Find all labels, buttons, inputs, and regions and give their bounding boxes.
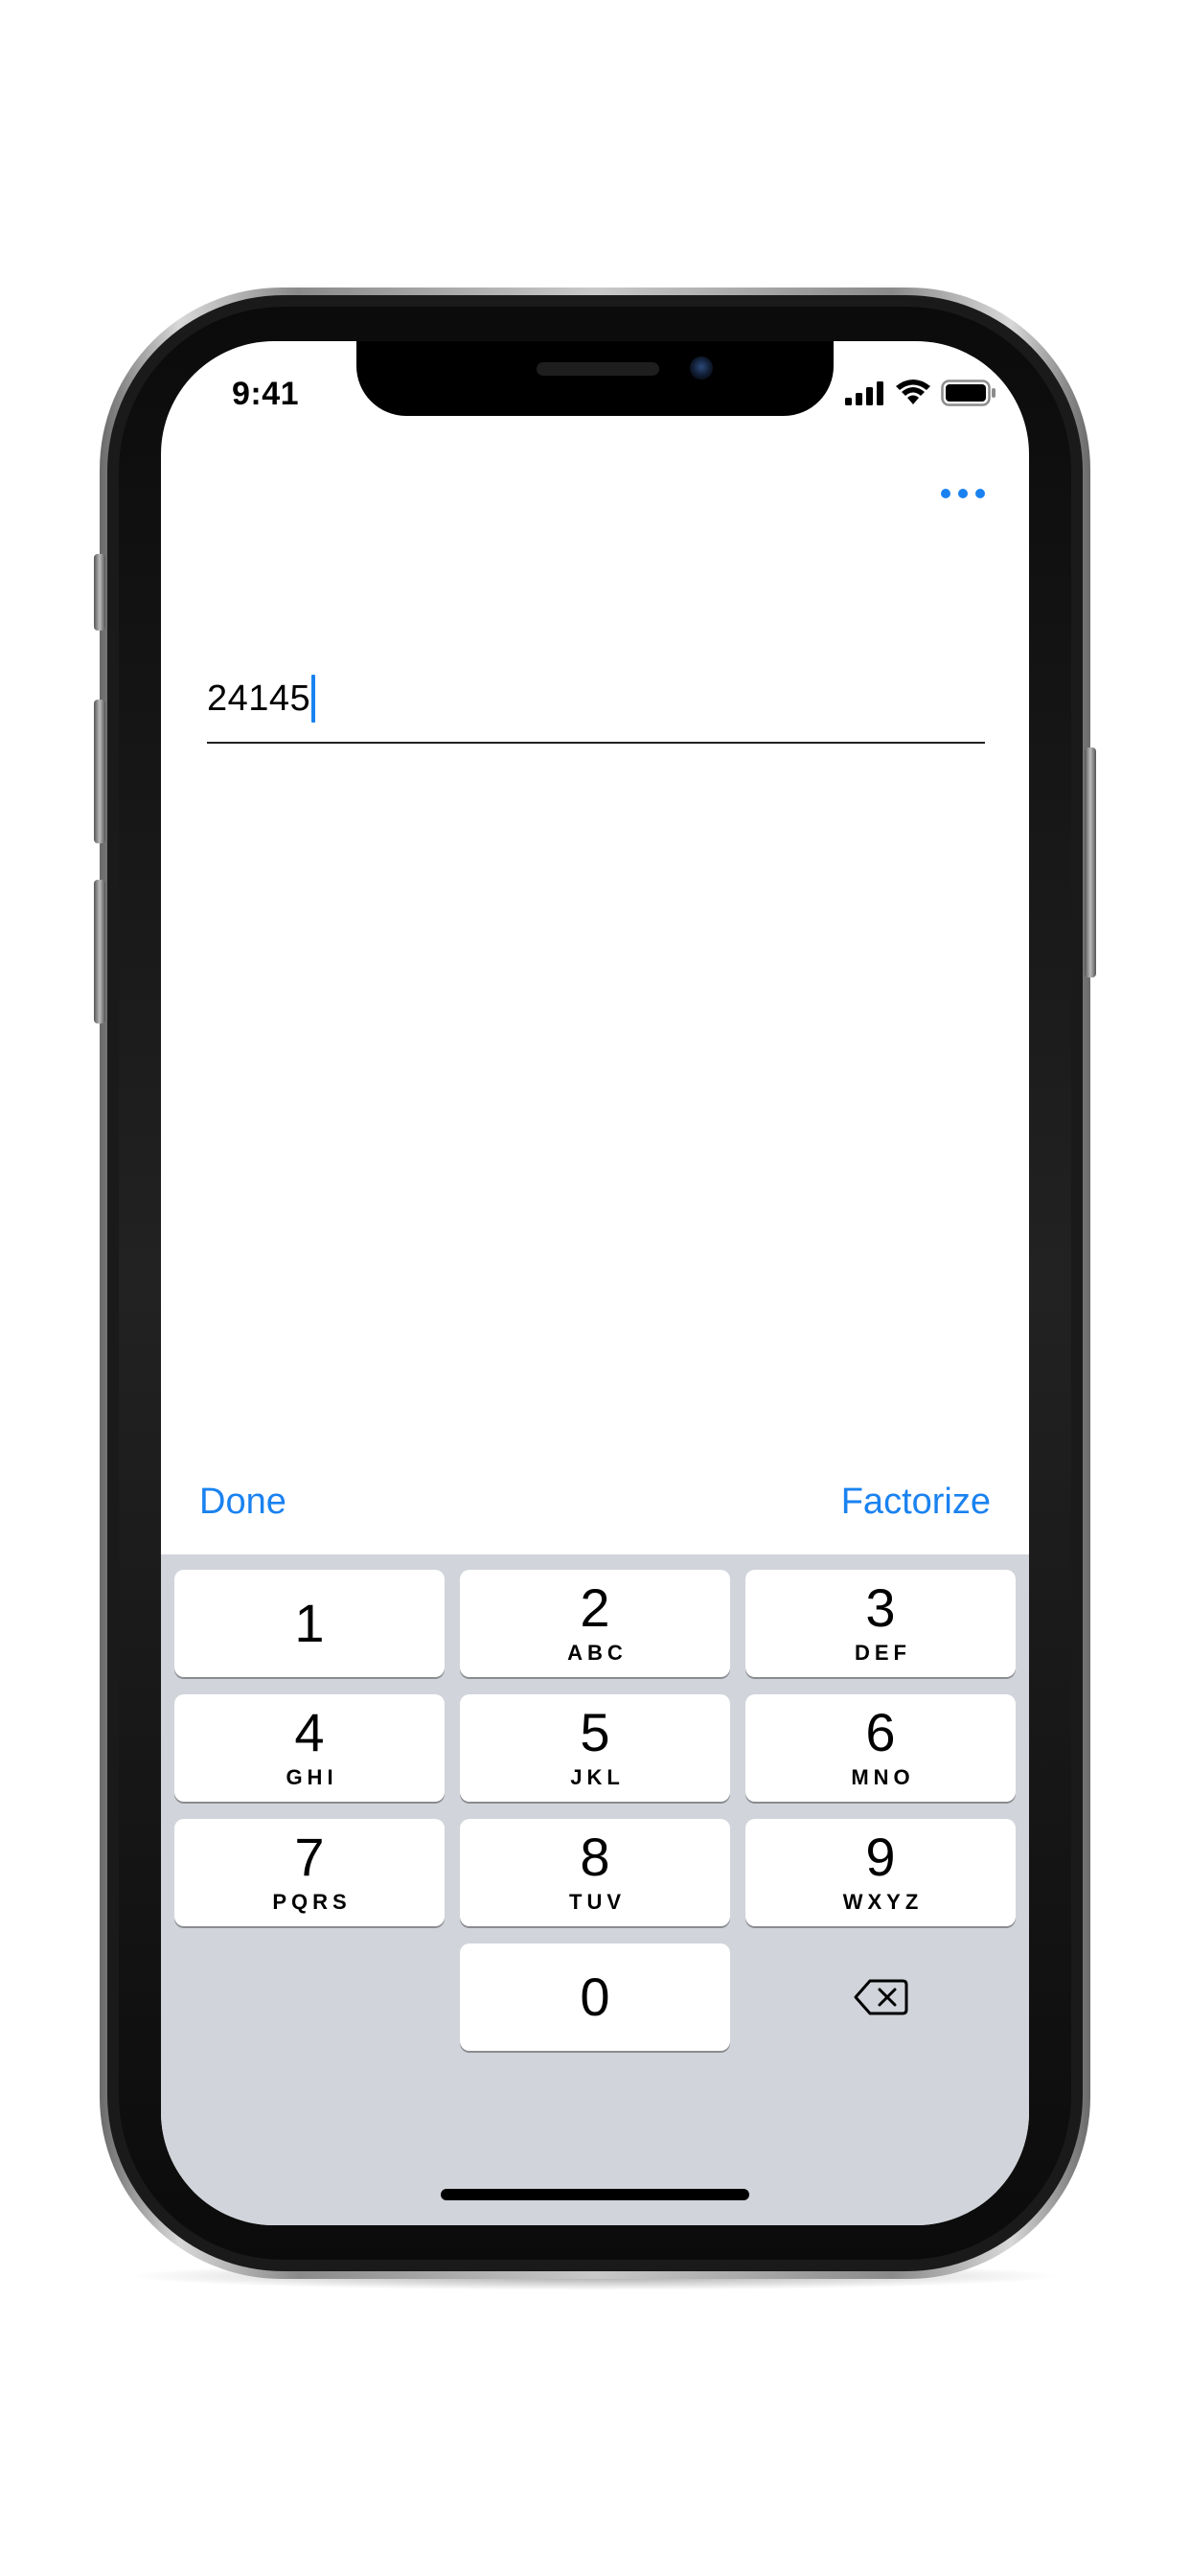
key-digit: 9	[865, 1827, 896, 1887]
key-4[interactable]: 4 GHI	[174, 1694, 445, 1802]
key-letters: DEF	[855, 1641, 911, 1665]
status-icons	[845, 380, 996, 406]
cellular-signal-icon	[845, 381, 883, 405]
key-5[interactable]: 5 JKL	[460, 1694, 730, 1802]
volume-up-button	[94, 700, 105, 843]
key-digit: 8	[580, 1827, 610, 1887]
number-input-value: 24145	[207, 678, 311, 719]
notch	[356, 341, 834, 416]
numeric-keyboard: 1 2 ABC 3 DEF 4 GHI 5 JKL 6 MNO 7 PQRS 8	[161, 1554, 1029, 2225]
key-letters: WXYZ	[842, 1890, 924, 1914]
backspace-icon	[854, 1979, 908, 2015]
status-time: 9:41	[232, 376, 300, 412]
mute-switch	[94, 554, 105, 631]
key-digit: 1	[294, 1593, 325, 1653]
key-digit: 6	[865, 1702, 896, 1762]
key-2[interactable]: 2 ABC	[460, 1570, 730, 1677]
delete-key[interactable]	[745, 1944, 1016, 2051]
number-input-field[interactable]: 24145	[207, 656, 985, 744]
key-7[interactable]: 7 PQRS	[174, 1819, 445, 1926]
battery-icon	[941, 380, 995, 406]
key-1[interactable]: 1	[174, 1570, 445, 1677]
keyboard-accessory-bar: Done Factorize	[161, 1453, 1029, 1554]
key-9[interactable]: 9 WXYZ	[745, 1819, 1016, 1926]
key-digit: 5	[580, 1702, 610, 1762]
key-letters: MNO	[851, 1765, 915, 1789]
text-cursor	[311, 675, 316, 723]
key-digit: 4	[294, 1702, 325, 1762]
key-digit: 7	[294, 1827, 325, 1887]
key-8[interactable]: 8 TUV	[460, 1819, 730, 1926]
key-letters: GHI	[286, 1765, 338, 1789]
ellipsis-icon[interactable]	[935, 483, 991, 504]
dot	[941, 489, 950, 498]
factorize-button[interactable]: Factorize	[841, 1482, 991, 1523]
key-digit: 0	[580, 1966, 610, 2027]
key-0[interactable]: 0	[460, 1944, 730, 2051]
key-letters: TUV	[569, 1890, 626, 1914]
key-letters: ABC	[567, 1641, 628, 1665]
dot	[958, 489, 968, 498]
wifi-icon	[896, 380, 930, 404]
power-button	[1085, 748, 1096, 978]
front-camera	[690, 356, 713, 380]
key-letters: PQRS	[272, 1890, 352, 1914]
home-indicator[interactable]	[441, 2189, 749, 2200]
key-6[interactable]: 6 MNO	[745, 1694, 1016, 1802]
key-digit: 2	[580, 1577, 610, 1638]
dot	[975, 489, 985, 498]
speaker-grille	[537, 362, 659, 376]
app-screen: 9:41 24145 Done Factorize 1 2 ABC 3 DEF …	[161, 341, 1029, 2225]
volume-down-button	[94, 880, 105, 1024]
key-letters: JKL	[570, 1765, 625, 1789]
key-digit: 3	[865, 1577, 896, 1638]
key-3[interactable]: 3 DEF	[745, 1570, 1016, 1677]
done-button[interactable]: Done	[199, 1482, 286, 1523]
